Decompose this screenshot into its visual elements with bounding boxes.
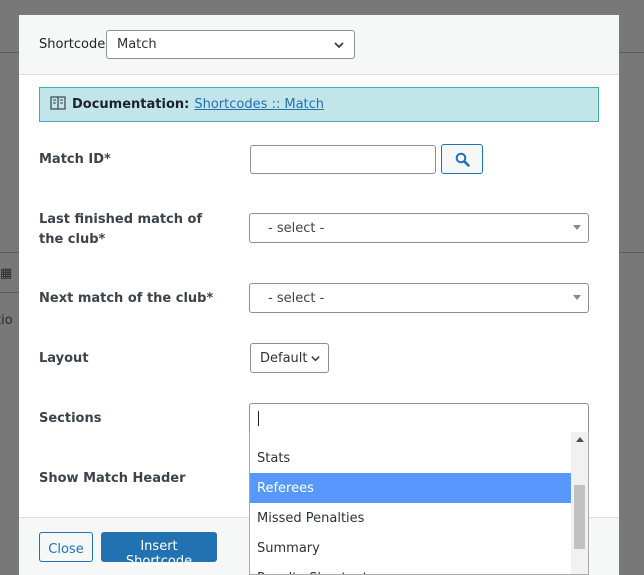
scroll-up-arrow-icon[interactable] <box>576 437 584 442</box>
documentation-link[interactable]: Shortcodes :: Match <box>194 97 324 112</box>
dropdown-option-referees[interactable]: Referees <box>250 473 571 503</box>
dropdown-arrow-icon <box>573 295 581 300</box>
shortcode-select[interactable]: Match <box>106 30 355 59</box>
background-divider <box>619 52 644 53</box>
documentation-notice: Documentation: Shortcodes :: Match <box>39 87 599 122</box>
dropdown-option-missed-penalties[interactable]: Missed Penalties <box>250 503 571 533</box>
dropdown-arrow-icon <box>573 225 581 230</box>
scrollbar-thumb[interactable] <box>574 485 585 549</box>
modal-header: Shortcode Match <box>19 15 619 75</box>
dropdown-option-penalty-shootout[interactable]: Penalty Shootout <box>250 563 571 574</box>
shortcode-modal: Shortcode Match Documentation: Shortcodes… <box>19 15 619 575</box>
chevron-down-icon <box>334 42 344 49</box>
search-icon <box>455 152 470 167</box>
chevron-down-icon <box>311 356 320 362</box>
shortcode-label: Shortcode <box>39 37 106 52</box>
search-button[interactable] <box>441 144 483 174</box>
dropdown-scrollbar[interactable] <box>571 432 588 574</box>
book-icon <box>50 96 66 110</box>
layout-label: Layout <box>39 351 89 366</box>
documentation-label: Documentation: <box>72 97 190 112</box>
match-id-label: Match ID* <box>39 152 111 167</box>
sections-label: Sections <box>39 411 102 426</box>
match-id-input[interactable] <box>250 145 436 174</box>
dropdown-option-summary[interactable]: Summary <box>250 533 571 563</box>
dropdown-option-stats[interactable]: Stats <box>250 443 571 473</box>
last-finished-match-select[interactable]: - select - <box>249 213 589 243</box>
layout-select[interactable]: Default <box>250 343 329 373</box>
shortcode-select-value: Match <box>117 37 157 52</box>
last-finished-match-value: - select - <box>268 221 325 236</box>
sections-dropdown: Stats Referees Missed Penalties Summary … <box>249 432 589 575</box>
next-match-select[interactable]: - select - <box>249 283 589 313</box>
sections-search-input[interactable] <box>249 403 589 433</box>
background-divider <box>619 252 644 253</box>
background-grid-icon: ▦ <box>0 266 13 281</box>
last-finished-match-label: Last finished match of the club* <box>39 212 203 247</box>
show-match-header-label: Show Match Header <box>39 471 186 486</box>
background-divider <box>0 252 19 253</box>
insert-shortcode-button[interactable]: Insert Shortcode <box>101 532 217 569</box>
background-divider <box>0 292 19 293</box>
text-caret <box>258 411 259 426</box>
background-divider <box>0 52 19 53</box>
next-match-value: - select - <box>268 291 325 306</box>
next-match-label: Next match of the club* <box>39 291 214 306</box>
close-button[interactable]: Close <box>39 532 93 562</box>
background-text-fragment: tio <box>0 313 13 328</box>
layout-select-value: Default <box>260 351 308 366</box>
